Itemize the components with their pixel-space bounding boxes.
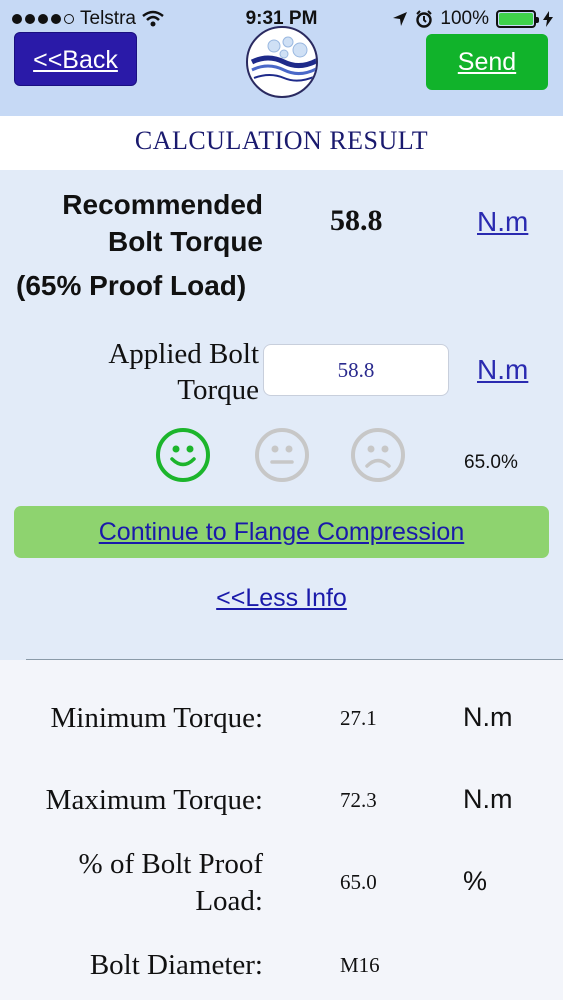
proof-load-label: % of Bolt Proof Load: bbox=[79, 846, 263, 920]
charging-bolt-icon bbox=[543, 11, 553, 27]
max-torque-unit: N.m bbox=[463, 784, 513, 815]
page-title: CALCULATION RESULT bbox=[0, 116, 563, 170]
result-panel: Recommended Bolt Torque (65% Proof Load)… bbox=[0, 170, 563, 660]
applied-torque-input[interactable]: 58.8 bbox=[263, 344, 449, 396]
min-torque-label: Minimum Torque: bbox=[50, 700, 263, 737]
recommended-label-line2: Bolt Torque bbox=[62, 223, 263, 260]
recommended-unit-link[interactable]: N.m bbox=[477, 206, 528, 238]
proof-percent-readout: 65.0% bbox=[464, 452, 518, 474]
alarm-clock-icon bbox=[415, 10, 433, 28]
applied-unit-link[interactable]: N.m bbox=[477, 354, 528, 386]
max-torque-value: 72.3 bbox=[340, 788, 377, 813]
less-info-link[interactable]: <<Less Info bbox=[0, 584, 563, 613]
battery-percent: 100% bbox=[440, 8, 489, 30]
max-torque-label: Maximum Torque: bbox=[46, 782, 263, 819]
recommended-torque-value: 58.8 bbox=[330, 204, 383, 238]
section-divider bbox=[26, 659, 563, 660]
smiley-face-icon[interactable] bbox=[156, 428, 210, 482]
nav-bar: <<Back Send bbox=[0, 38, 563, 116]
min-torque-unit: N.m bbox=[463, 702, 513, 733]
neutral-face-icon[interactable] bbox=[255, 428, 309, 482]
location-arrow-icon bbox=[392, 11, 408, 27]
app-logo-icon bbox=[246, 26, 318, 98]
recommended-label-line1: Recommended bbox=[62, 186, 263, 223]
proof-load-unit: % bbox=[463, 866, 487, 897]
continue-flange-button[interactable]: Continue to Flange Compression bbox=[14, 506, 549, 558]
recommended-torque-label: Recommended Bolt Torque bbox=[62, 186, 263, 260]
bolt-diameter-value: M16 bbox=[340, 953, 380, 978]
bolt-diameter-label: Bolt Diameter: bbox=[90, 947, 263, 984]
send-button[interactable]: Send bbox=[426, 34, 548, 90]
applied-label-line2: Torque bbox=[108, 372, 259, 408]
proof-load-subtitle: (65% Proof Load) bbox=[16, 270, 246, 302]
sad-face-icon[interactable] bbox=[351, 428, 405, 482]
status-right: 100% bbox=[392, 8, 553, 30]
applied-label-line1: Applied Bolt bbox=[108, 336, 259, 372]
proof-label-line1: % of Bolt Proof bbox=[79, 846, 263, 883]
proof-load-value: 65.0 bbox=[340, 870, 377, 895]
battery-icon bbox=[496, 10, 536, 28]
back-button[interactable]: <<Back bbox=[14, 32, 137, 86]
proof-label-line2: Load: bbox=[79, 883, 263, 920]
min-torque-value: 27.1 bbox=[340, 706, 377, 731]
applied-torque-label: Applied Bolt Torque bbox=[108, 336, 259, 408]
